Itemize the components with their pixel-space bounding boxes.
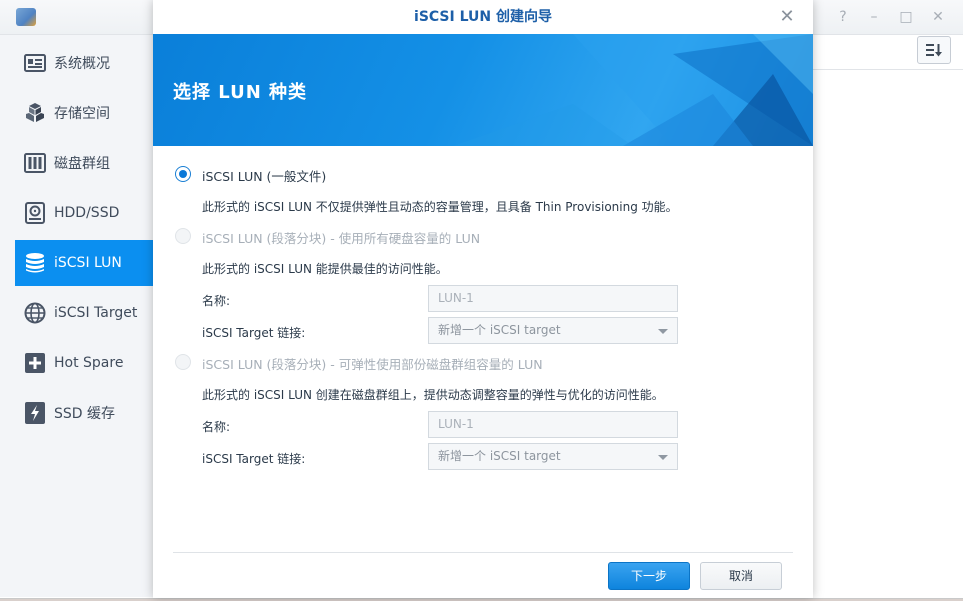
- disk-group-icon: [24, 152, 46, 174]
- chevron-down-icon: [658, 455, 668, 460]
- dialog-title: iSCSI LUN 创建向导: [153, 0, 813, 34]
- sidebar-item-iscsi-target[interactable]: iSCSI Target: [15, 290, 153, 336]
- option-description-block-partial: 此形式的 iSCSI LUN 创建在磁盘群组上，提供动态调整容量的弹性与优化的访…: [202, 388, 664, 402]
- sidebar-item-label: 磁盘群组: [54, 156, 110, 172]
- lightning-ssd-icon: [24, 402, 46, 424]
- sidebar-item-label: iSCSI LUN: [54, 255, 122, 271]
- sidebar-item-label: 系统概况: [54, 56, 110, 72]
- sidebar-item-iscsi-lun[interactable]: iSCSI LUN: [15, 240, 153, 286]
- sidebar-item-hot-spare[interactable]: Hot Spare: [15, 340, 153, 386]
- sidebar-item-label: Hot Spare: [54, 355, 124, 371]
- sort-button[interactable]: [917, 36, 951, 64]
- cancel-button[interactable]: 取消: [700, 562, 782, 590]
- sidebar-item-disk-group[interactable]: 磁盘群组: [15, 140, 153, 186]
- lun-name-input[interactable]: LUN-1: [428, 411, 678, 438]
- option-description-block-all-disks: 此形式的 iSCSI LUN 能提供最佳的访问性能。: [202, 262, 448, 276]
- option-label-block-all-disks[interactable]: iSCSI LUN (段落分块) - 使用所有硬盘容量的 LUN: [202, 228, 480, 247]
- sort-icon: [926, 44, 942, 57]
- select-value: 新增一个 iSCSI target: [438, 323, 561, 337]
- overview-icon: [24, 52, 46, 74]
- option-description-regular-files: 此形式的 iSCSI LUN 不仅提供弹性且动态的容量管理，且具备 Thin P…: [202, 200, 678, 214]
- radio-lun-regular-files[interactable]: [175, 166, 191, 182]
- option-label-regular-files[interactable]: iSCSI LUN (一般文件): [202, 166, 326, 185]
- sidebar-item-storage-space[interactable]: 存储空间: [15, 90, 153, 136]
- wizard-banner: 选择 LUN 种类: [153, 34, 813, 146]
- sidebar: 系统概况 存储空间 磁盘群组 HDD/SSD iSCSI LUN iSCSI T…: [0, 35, 153, 597]
- target-mapping-select[interactable]: 新增一个 iSCSI target: [428, 443, 678, 470]
- sidebar-item-hdd-ssd[interactable]: HDD/SSD: [15, 190, 153, 236]
- target-mapping-label: iSCSI Target 链接:: [202, 452, 306, 466]
- wizard-step-title: 选择 LUN 种类: [173, 82, 308, 103]
- sidebar-item-overview[interactable]: 系统概况: [15, 40, 153, 86]
- chevron-down-icon: [658, 329, 668, 334]
- name-label: 名称:: [202, 420, 231, 434]
- radio-lun-block-all-disks[interactable]: [175, 228, 191, 244]
- footer-divider: [173, 552, 793, 553]
- globe-icon: [24, 302, 46, 324]
- next-button[interactable]: 下一步: [608, 562, 690, 590]
- minimize-icon[interactable]: –: [863, 7, 885, 27]
- plus-box-icon: [24, 352, 46, 374]
- dialog-close-icon[interactable]: ✕: [777, 7, 797, 27]
- lun-database-icon: [24, 252, 46, 274]
- sidebar-item-label: 存储空间: [54, 106, 110, 122]
- hdd-icon: [24, 202, 46, 224]
- help-icon[interactable]: ?: [832, 7, 854, 27]
- sidebar-item-label: HDD/SSD: [54, 205, 120, 221]
- storage-manager-app-icon: [16, 8, 36, 26]
- wizard-content: iSCSI LUN (一般文件) 此形式的 iSCSI LUN 不仅提供弹性且动…: [153, 146, 813, 598]
- option-label-block-partial[interactable]: iSCSI LUN (段落分块) - 可弹性使用部份磁盘群组容量的 LUN: [202, 354, 543, 373]
- window-close-icon[interactable]: ✕: [927, 7, 949, 27]
- select-value: 新增一个 iSCSI target: [438, 449, 561, 463]
- iscsi-lun-wizard-dialog: iSCSI LUN 创建向导 ✕ 选择 LUN 种类 iSCSI LUN (一般…: [153, 0, 813, 598]
- target-mapping-label: iSCSI Target 链接:: [202, 326, 306, 340]
- sidebar-item-label: SSD 缓存: [54, 406, 116, 422]
- target-mapping-select[interactable]: 新增一个 iSCSI target: [428, 317, 678, 344]
- lun-name-input[interactable]: LUN-1: [428, 285, 678, 312]
- toolbar-divider: [813, 69, 963, 70]
- storage-cubes-icon: [24, 102, 46, 124]
- sidebar-item-ssd-cache[interactable]: SSD 缓存: [15, 390, 153, 436]
- maximize-icon[interactable]: □: [895, 7, 917, 27]
- radio-lun-block-partial[interactable]: [175, 354, 191, 370]
- sidebar-item-label: iSCSI Target: [54, 305, 138, 321]
- name-label: 名称:: [202, 294, 231, 308]
